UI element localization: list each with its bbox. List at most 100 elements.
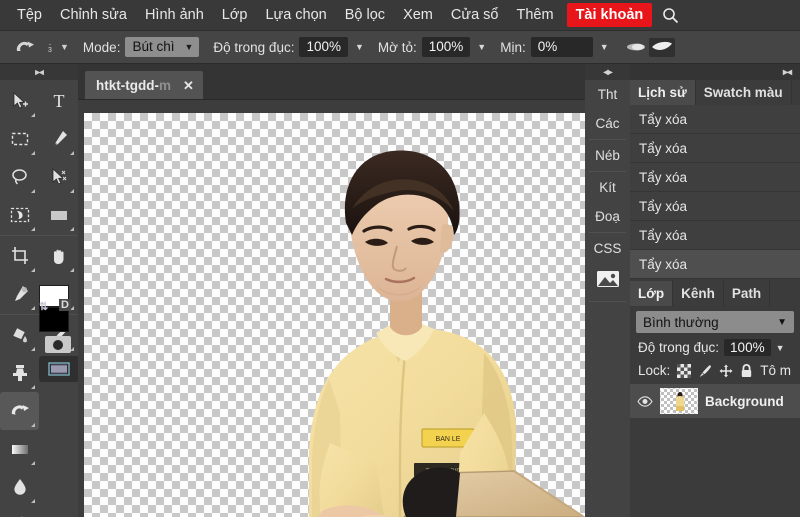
swap-colors-icon[interactable]: ⇅ [39,300,48,313]
eraser-tool-icon[interactable] [8,37,42,57]
toolbar-spacer-2 [39,430,78,468]
brush-size-value[interactable]: · 3 [44,39,56,54]
quick-mask-icon[interactable] [45,336,71,353]
quick-select-tool-icon[interactable] [0,196,39,234]
layer-opacity-caret-icon[interactable]: ▼ [776,343,785,353]
opacity-input[interactable]: 100% [299,37,348,57]
flow-label: Mờ tỏ: [377,39,417,55]
history-item[interactable]: Tẩy xóa [630,221,800,250]
move-lock-icon[interactable] [719,364,733,378]
layer-opacity-input[interactable]: 100% [724,339,771,356]
layers-panel-tabs: Lớp Kênh Path [630,281,800,306]
toolbar-spacer-3 [39,468,78,506]
marquee-tool-icon[interactable] [0,120,39,158]
eye-icon[interactable] [637,395,653,407]
menu-filter[interactable]: Bộ lọc [336,4,394,27]
chevron-down-icon: ▼ [184,41,194,52]
vtab-kit[interactable]: Kít [585,173,630,202]
screen-mode-icon[interactable] [39,356,79,382]
menu-more[interactable]: Thêm [507,4,562,27]
layer-thumbnail[interactable] [660,388,698,414]
vstrip-collapse-button[interactable]: ◂▸ [585,64,630,80]
mode-value: Bút chì [132,39,175,54]
tab-kenh[interactable]: Kênh [673,281,724,306]
pressure-size-icon[interactable] [648,37,675,57]
brush-lock-icon[interactable] [698,364,712,378]
hand-tool-icon[interactable] [39,237,78,275]
toolbar-collapse-button[interactable]: ▸◂ [0,64,78,80]
history-panel-tabs: Lịch sử Swatch màu [630,80,800,105]
vtab-neb[interactable]: Néb [585,141,630,170]
photoshop-window: Tệp Chỉnh sửa Hình ảnh Lớp Lựa chọn Bộ l… [0,0,800,517]
blend-mode-value: Bình thường [643,314,719,330]
smoothing-input[interactable]: 0% [530,37,593,57]
vtab-doa[interactable]: Đoạ [585,202,630,231]
blend-mode-row: Bình thường ▼ [630,306,800,335]
layer-row-background[interactable]: Background [630,384,800,418]
crop-tool-icon[interactable] [0,237,39,275]
lasso-tool-icon[interactable] [0,158,39,196]
layer-opacity-row: Độ trong đục: 100% ▼ [630,335,800,358]
right-panel-collapse-button[interactable]: ▸◂ [630,64,800,80]
history-item-selected[interactable]: Tẩy xóa [630,250,800,279]
vtab-css[interactable]: CSS [585,234,630,263]
move-tool-icon[interactable] [0,82,39,120]
mode-select[interactable]: Bút chì ▼ [125,37,200,57]
tool-options-bar: · 3 ▼ Mode: Bút chì ▼ Độ trong đục: 100%… [0,31,800,64]
svg-text:BAN LE: BAN LE [436,436,461,443]
eraser-tool-active-icon[interactable] [0,392,39,430]
history-item[interactable]: Tẩy xóa [630,105,800,134]
layer-lock-row: Lock: Tô m [630,358,800,382]
document-tab[interactable]: htkt-tgdd-m ✕ [85,71,203,99]
smoothing-caret-icon[interactable]: ▼ [600,42,609,52]
toolbar-spacer-4 [39,506,78,517]
history-item[interactable]: Tẩy xóa [630,163,800,192]
brush-preset-caret-icon[interactable]: ▼ [60,42,69,52]
lock-fill-label: Tô m [760,363,792,378]
tab-lop[interactable]: Lớp [630,281,674,306]
flow-input[interactable]: 100% [421,37,471,57]
menu-layer[interactable]: Lớp [213,4,257,27]
canvas-checkerboard[interactable]: BAN LE THEGIOIDIDONG [84,113,585,517]
gradient-tool-icon[interactable] [0,430,39,468]
all-lock-icon[interactable] [740,363,753,378]
tab-lich-su[interactable]: Lịch sử [630,80,696,105]
tab-swatch-mau[interactable]: Swatch màu [695,80,792,105]
layer-image-person-with-laptop: BAN LE THEGIOIDIDONG [309,150,585,517]
vtab-cac[interactable]: Các [585,109,630,138]
vtab-thuoc-tinh[interactable]: Tht [585,80,630,109]
blend-mode-select[interactable]: Bình thường ▼ [636,311,794,333]
default-colors-icon[interactable]: D [59,299,71,311]
direct-select-tool-icon[interactable] [39,158,78,196]
document-tab-bar: htkt-tgdd-m ✕ [78,64,585,100]
tools-panel: ▸◂ T ⇅ D [0,64,79,517]
clone-stamp-tool-icon[interactable] [0,354,39,392]
menu-image[interactable]: Hình ảnh [136,4,213,27]
menu-view[interactable]: Xem [394,4,442,27]
opacity-caret-icon[interactable]: ▼ [355,42,364,52]
type-tool-icon[interactable]: T [39,82,78,120]
menu-select[interactable]: Lựa chọn [256,4,335,27]
menu-window[interactable]: Cửa sổ [442,4,508,27]
history-list: Tẩy xóa Tẩy xóa Tẩy xóa Tẩy xóa Tẩy xóa … [630,105,800,279]
history-item[interactable]: Tẩy xóa [630,134,800,163]
search-icon[interactable] [662,7,679,24]
flow-caret-icon[interactable]: ▼ [477,42,486,52]
blur-tool-icon[interactable] [0,468,39,506]
svg-text:T: T [53,91,64,111]
canvas-area[interactable]: BAN LE THEGIOIDIDONG [78,100,585,517]
menu-edit[interactable]: Chỉnh sửa [51,4,136,27]
dodge-tool-icon[interactable] [0,506,39,517]
history-item[interactable]: Tẩy xóa [630,192,800,221]
menu-file[interactable]: Tệp [8,4,51,27]
account-button[interactable]: Tài khoản [566,2,653,28]
right-panels: ▸◂ Lịch sử Swatch màu Tẩy xóa Tẩy xóa Tẩ… [630,64,800,517]
image-icon[interactable] [585,263,630,295]
tab-path[interactable]: Path [723,281,771,306]
airbrush-icon[interactable] [623,38,649,57]
close-icon[interactable]: ✕ [183,79,194,92]
shape-tool-icon[interactable] [39,196,78,234]
pen-tool-icon[interactable] [39,120,78,158]
transparency-lock-icon[interactable] [677,363,692,378]
